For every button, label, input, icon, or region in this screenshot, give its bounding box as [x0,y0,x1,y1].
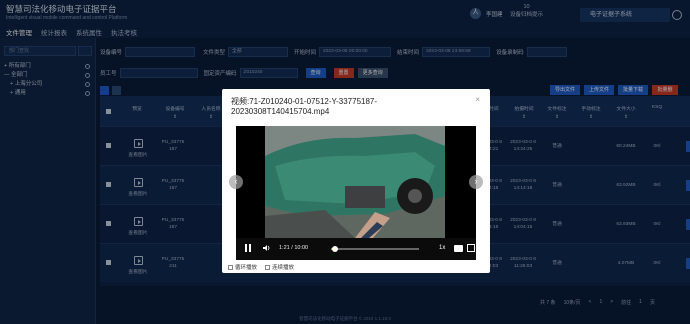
camera-icon[interactable] [454,245,463,252]
loop-option[interactable]: 循环播放 [228,263,257,271]
progress-bar[interactable] [331,246,419,252]
progress-knob[interactable] [331,246,338,252]
close-icon[interactable]: × [475,95,480,104]
continuous-checkbox[interactable] [265,264,271,270]
video-frame-image [265,126,445,238]
playback-options: 循环播放 连续播放 [228,263,294,271]
fullscreen-icon[interactable] [467,244,475,252]
modal-title: 视频:71-Z010240-01-07512-Y-33775187-202303… [231,97,378,116]
video-player[interactable]: ‹ › 1:21 / 10:00 1x [229,126,483,260]
video-frame [265,126,445,238]
speed-button[interactable]: 1x [439,245,445,251]
volume-icon[interactable] [263,244,271,252]
loop-checkbox[interactable] [228,264,233,270]
pause-icon[interactable] [245,244,251,252]
player-controls: 1:21 / 10:00 1x [236,238,476,260]
next-video-arrow-icon[interactable]: › [469,175,483,189]
prev-video-arrow-icon[interactable]: ‹ [229,175,243,189]
video-modal: 视频:71-Z010240-01-07512-Y-33775187-202303… [222,89,490,273]
continuous-option[interactable]: 连续播放 [265,263,294,271]
current-time: 1:21 [279,245,290,251]
loop-label: 循环播放 [235,265,258,271]
total-time: 10:00 [294,245,309,251]
time-display: 1:21 / 10:00 [279,245,309,251]
continuous-label: 连续播放 [272,265,295,271]
